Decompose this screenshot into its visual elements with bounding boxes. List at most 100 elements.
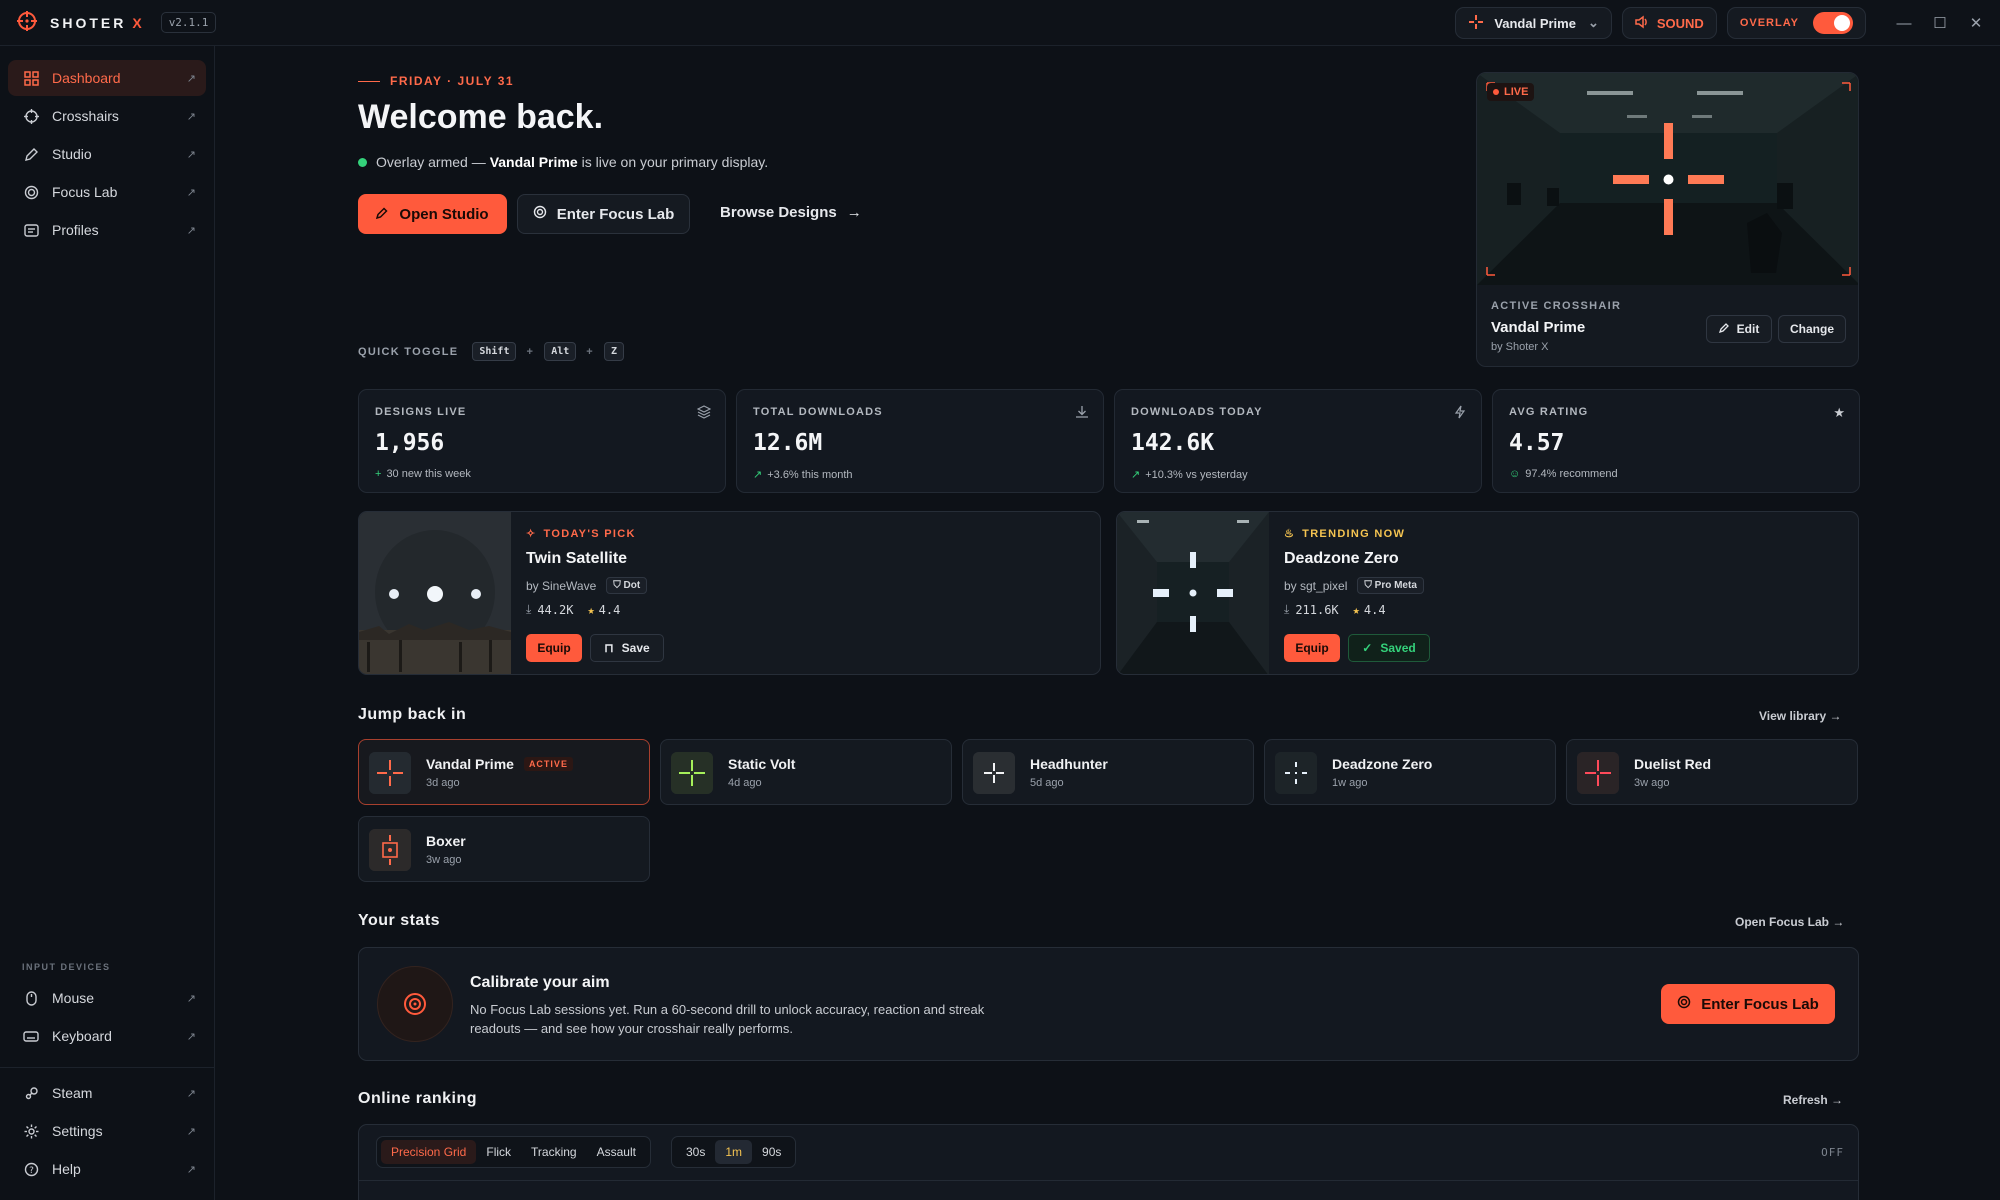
crosshair-icon (1468, 14, 1484, 33)
recent-item-time: 3w ago (426, 854, 462, 866)
refresh-link[interactable]: Refresh → (1783, 1093, 1843, 1107)
view-library-link[interactable]: View library → (1759, 709, 1842, 723)
chip-label: Pro Meta (1374, 580, 1417, 591)
pencil-icon (376, 206, 389, 223)
browse-designs-link[interactable]: Browse Designs → (720, 204, 862, 221)
close-icon[interactable]: ✕ (1958, 0, 1994, 46)
duration-90s[interactable]: 90s (752, 1140, 791, 1164)
saved-button[interactable]: ✓ Saved (1348, 634, 1430, 662)
recent-item-static-volt[interactable]: Static Volt 4d ago (660, 739, 952, 805)
view-library-label: View library (1759, 709, 1827, 723)
edit-button[interactable]: Edit (1706, 315, 1772, 343)
profile-name: Vandal Prime (1494, 15, 1576, 31)
flame-icon: ♨ (1284, 528, 1296, 540)
open-focus-lab-link[interactable]: Open Focus Lab → (1735, 915, 1844, 929)
pick-author: by SineWave ⛉ Dot (526, 577, 648, 594)
change-label: Change (1789, 322, 1834, 336)
recent-item-duelist-red[interactable]: Duelist Red 3w ago (1566, 739, 1858, 805)
jump-back-title: Jump back in (358, 706, 467, 723)
arrow-up-right-icon: ↗ (186, 1125, 196, 1138)
quick-toggle: QUICK TOGGLE Shift + Alt + Z (358, 342, 630, 361)
sidebar-item-label: Mouse (52, 990, 95, 1006)
steam-icon (22, 1084, 40, 1102)
trend-up-icon: ↗ (753, 469, 763, 481)
sidebar-item-steam[interactable]: Steam ↗ (8, 1075, 206, 1111)
minimize-icon[interactable]: — (1886, 0, 1922, 46)
arrow-right-icon: → (1829, 709, 1842, 723)
overlay-switch[interactable] (1813, 12, 1853, 34)
status-dot-icon (358, 157, 367, 167)
sidebar-item-crosshairs[interactable]: Crosshairs ↗ (8, 98, 206, 134)
download-icon: ⤓ (1284, 602, 1290, 616)
equip-button[interactable]: Equip (1284, 634, 1340, 662)
check-icon: ✓ (1362, 641, 1373, 655)
brand-accent: X (132, 14, 145, 31)
sidebar-item-profiles[interactable]: Profiles ↗ (8, 212, 206, 248)
sound-toggle[interactable]: SOUND (1621, 7, 1717, 39)
browse-designs-label: Browse Designs (720, 204, 837, 221)
mouse-icon (22, 989, 40, 1007)
change-button[interactable]: Change (1778, 315, 1846, 343)
stat-sub-text: 97.4% recommend (1525, 468, 1618, 480)
recent-item-name-text: Vandal Prime (426, 756, 514, 772)
duration-1m[interactable]: 1m (715, 1140, 753, 1164)
overlay-toggle[interactable]: OVERLAY (1726, 7, 1866, 39)
trending-now-card: ♨ TRENDING NOW Deadzone Zero by sgt_pixel… (1116, 511, 1859, 675)
recent-item-headhunter[interactable]: Headhunter 5d ago (962, 739, 1254, 805)
crosshair-icon (22, 107, 40, 125)
sidebar-item-help[interactable]: ? Help ↗ (8, 1151, 206, 1187)
sidebar-item-label: Dashboard (52, 70, 121, 86)
recent-item-name: Boxer (426, 833, 466, 849)
sidebar-item-label: Profiles (52, 222, 99, 238)
sidebar-item-studio[interactable]: Studio ↗ (8, 136, 206, 172)
mode-flick[interactable]: Flick (476, 1140, 521, 1164)
twin-satellite-preview (359, 512, 511, 674)
mode-precision-grid[interactable]: Precision Grid (381, 1140, 477, 1164)
grid-icon (22, 69, 40, 87)
stat-value: 4.57 (1509, 430, 1565, 456)
save-label: Save (621, 641, 650, 655)
mode-tracking[interactable]: Tracking (521, 1140, 587, 1164)
arrow-up-right-icon: ↗ (186, 72, 196, 85)
bookmark-icon: ⊓ (604, 641, 614, 655)
save-button[interactable]: ⊓ Save (590, 634, 664, 662)
edit-label: Edit (1736, 322, 1760, 336)
calibrate-card: Calibrate your aim No Focus Lab sessions… (358, 947, 1859, 1061)
star-icon: ★ (1352, 602, 1360, 617)
sidebar-item-label: Studio (52, 146, 92, 162)
target-icon (1677, 995, 1691, 1013)
stat-sub: +30 new this week (375, 468, 471, 480)
enter-focus-lab-button[interactable]: Enter Focus Lab (517, 194, 690, 234)
gear-icon (22, 1122, 40, 1140)
profile-selector[interactable]: Vandal Prime ⌄ (1455, 7, 1612, 39)
shield-icon: ⛉ (613, 580, 624, 591)
recent-item-vandal-prime[interactable]: Vandal Prime ACTIVE 3d ago (358, 739, 650, 805)
arrow-right-icon: → (1831, 1093, 1844, 1107)
sidebar-item-focus-lab[interactable]: Focus Lab ↗ (8, 174, 206, 210)
mode-assault[interactable]: Assault (587, 1140, 646, 1164)
recent-item-name: Duelist Red (1634, 756, 1712, 772)
chip-label: Dot (623, 580, 641, 591)
sidebar-item-keyboard[interactable]: Keyboard ↗ (8, 1018, 206, 1054)
open-studio-button[interactable]: Open Studio (358, 194, 507, 234)
sidebar-item-mouse[interactable]: Mouse ↗ (8, 980, 206, 1016)
ranking-status: OFF (1821, 1146, 1844, 1159)
calibrate-description: No Focus Lab sessions yet. Run a 60-seco… (470, 1002, 985, 1036)
sound-label: SOUND (1656, 15, 1704, 31)
recent-item-deadzone-zero[interactable]: Deadzone Zero 1w ago (1264, 739, 1556, 805)
recent-item-boxer[interactable]: Boxer 3w ago (358, 816, 650, 882)
crosshair-thumbnail (1275, 752, 1317, 794)
pick-tag: ✧ TODAY'S PICK (526, 527, 636, 541)
preview-scene-image (1477, 73, 1858, 285)
enter-focus-lab-cta[interactable]: Enter Focus Lab (1661, 984, 1835, 1024)
arrow-up-right-icon: ↗ (186, 224, 196, 237)
sidebar-item-settings[interactable]: Settings ↗ (8, 1113, 206, 1149)
equip-button[interactable]: Equip (526, 634, 582, 662)
download-icon (1075, 405, 1089, 422)
bolt-icon (1453, 405, 1467, 422)
pick-name: Twin Satellite (526, 550, 628, 567)
duration-30s[interactable]: 30s (676, 1140, 715, 1164)
maximize-icon[interactable]: ☐ (1922, 0, 1958, 46)
sidebar-item-dashboard[interactable]: Dashboard ↗ (8, 60, 206, 96)
stat-sub-text: 30 new this week (386, 468, 471, 480)
